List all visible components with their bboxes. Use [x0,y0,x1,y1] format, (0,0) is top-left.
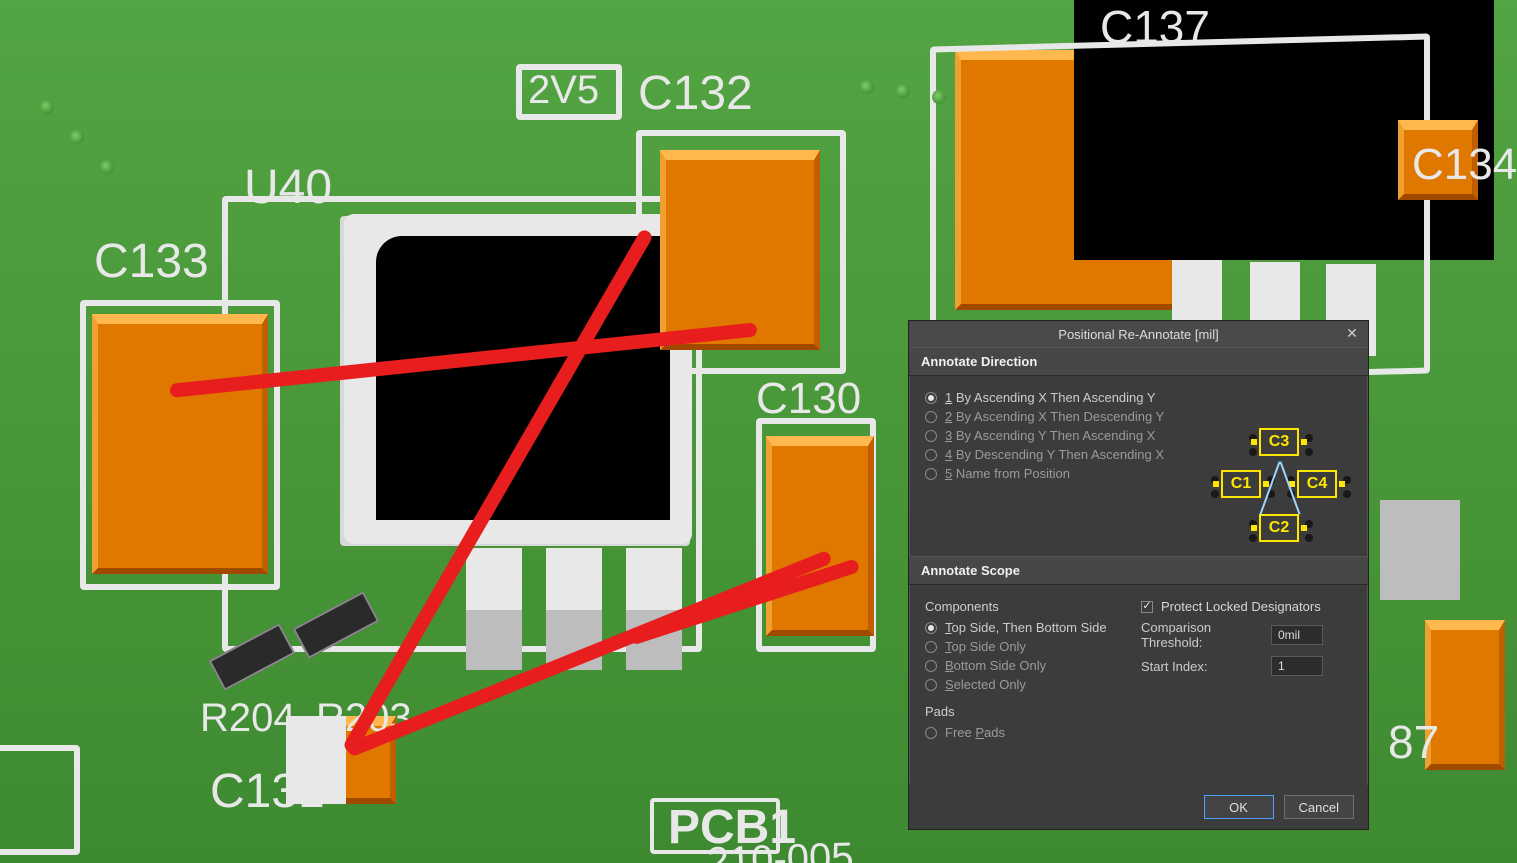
silk-label-87: 87 [1388,715,1439,769]
preview-c3: C3 [1259,428,1299,456]
preview-c4: C4 [1297,470,1337,498]
via-dot [896,84,910,98]
cancel-button[interactable]: Cancel [1284,795,1354,819]
checkbox-icon [1141,601,1153,613]
reannotate-dialog: Positional Re-Annotate [mil] ✕ Annotate … [908,320,1369,830]
via-dot [100,160,114,174]
start-index-input[interactable] [1271,656,1323,676]
part-br [1380,500,1460,600]
via-dot [70,130,84,144]
cap-c133-body [92,314,268,574]
threshold-label: Comparison Threshold: [1141,620,1271,650]
direction-preview: C1 C2 C3 C4 [1211,430,1351,580]
via-dot [860,80,874,94]
section-annotate-direction: Annotate Direction [909,347,1368,376]
silk-label-c130: C130 [756,374,861,424]
radio-label: 2 By Ascending X Then Descending Y [945,409,1164,424]
preview-c2: C2 [1259,514,1299,542]
pcb-3d-view[interactable]: C133 U40 C132 2V5 C130 C131 R204 R203 C1… [0,0,1517,863]
radio-icon [925,679,937,691]
radio-icon [925,660,937,672]
silk-label-r204: R204 [200,696,296,741]
checkbox-protect-locked[interactable]: Protect Locked Designators [1141,599,1341,614]
start-index-label: Start Index: [1141,659,1271,674]
silk-label-c133: C133 [94,234,209,289]
close-icon[interactable]: ✕ [1340,323,1364,343]
via-dot [40,100,54,114]
radio-icon [925,641,937,653]
dialog-titlebar[interactable]: Positional Re-Annotate [mil] ✕ [909,321,1368,347]
radio-direction-2[interactable]: 2 By Ascending X Then Descending Y [925,409,1352,424]
radio-direction-1[interactable]: 1 By Ascending X Then Ascending Y [925,390,1352,405]
silk-label-c132: C132 [638,66,753,121]
radio-label: 5 Name from Position [945,466,1070,481]
radio-label: 3 By Ascending Y Then Ascending X [945,428,1155,443]
silk-bl [0,745,80,855]
radio-label: 1 By Ascending X Then Ascending Y [945,390,1156,405]
radio-icon [925,430,937,442]
threshold-input[interactable] [1271,625,1323,645]
radio-icon [925,411,937,423]
radio-icon [925,392,937,404]
silk-label-u40: U40 [244,160,332,215]
radio-label: Top Side, Then Bottom Side [945,620,1107,635]
ok-button[interactable]: OK [1204,795,1274,819]
silk-label-2v5: 2V5 [528,68,599,113]
radio-label: Top Side Only [945,639,1026,654]
silk-label-c137: C137 [1100,0,1210,54]
radio-free-pads[interactable]: Free Pads [925,725,1352,740]
radio-label: Bottom Side Only [945,658,1046,673]
cap-c130-body [766,436,874,636]
cap-c132-body [660,150,820,350]
pads-subhead: Pads [925,704,1352,719]
silk-label-c131: C131 [210,764,325,819]
protect-locked-label: Protect Locked Designators [1161,599,1321,614]
pcb1-box [650,798,780,854]
radio-icon [925,468,937,480]
via-dot [932,90,946,104]
preview-c1: C1 [1221,470,1261,498]
radio-icon [925,622,937,634]
free-pads-label: Free Pads [945,725,1005,740]
u40-leg-1-tip [466,610,522,670]
dialog-title: Positional Re-Annotate [mil] [1058,327,1218,342]
radio-icon [925,449,937,461]
radio-label: 4 By Descending Y Then Ascending X [945,447,1164,462]
silk-label-c134: C134 [1412,140,1517,190]
radio-label: Selected Only [945,677,1026,692]
